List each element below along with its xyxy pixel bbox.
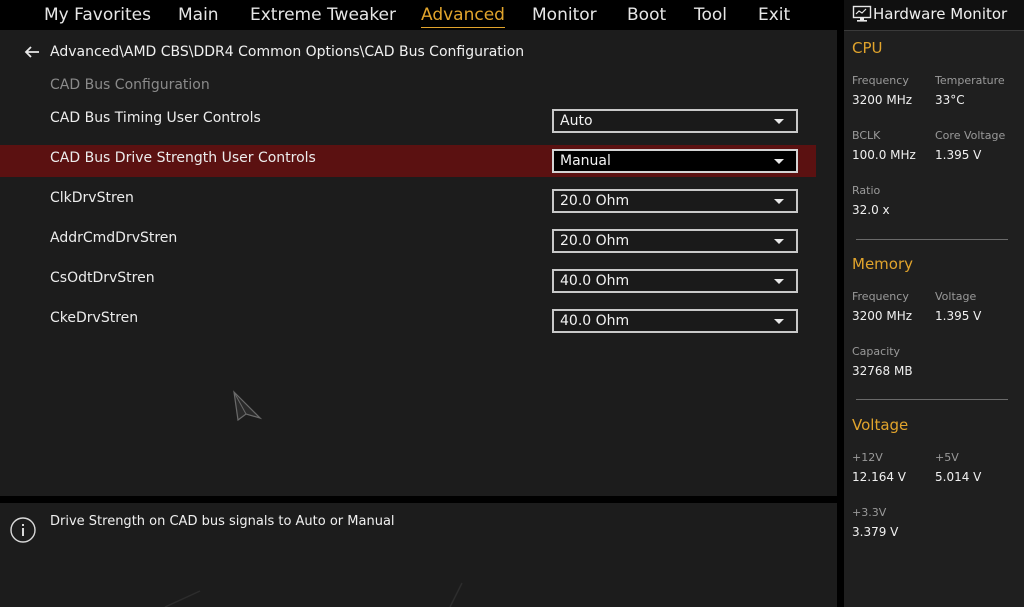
monitor-icon [852,5,872,22]
settings-panel: Advanced\AMD CBS\DDR4 Common Options\CAD… [0,30,837,496]
capacity-value: 32768 MB [852,364,913,378]
cpu-temperature-label: Temperature [935,74,1005,87]
tab-tool[interactable]: Tool [694,4,727,27]
chevron-down-icon [774,119,784,124]
cpu-temperature-value: 33°C [935,93,965,107]
hardware-monitor-header: Hardware Monitor [844,0,1024,31]
section-divider [856,399,1008,400]
help-panel: Drive Strength on CAD bus signals to Aut… [0,503,837,607]
setting-row-clkdrvstren[interactable]: ClkDrvStren 20.0 Ohm [0,185,816,217]
v5-label: +5V [935,451,959,464]
cad-bus-timing-user-controls-dropdown[interactable]: Auto [552,109,798,133]
setting-label: ClkDrvStren [50,190,134,206]
chevron-down-icon [774,159,784,164]
mouse-cursor-icon [233,390,262,422]
dropdown-value: 20.0 Ohm [560,193,630,209]
setting-row-cad-bus-timing-user-controls[interactable]: CAD Bus Timing User Controls Auto [0,105,816,137]
chevron-down-icon [774,199,784,204]
clkdrvstren-dropdown[interactable]: 20.0 Ohm [552,189,798,213]
setting-row-cad-bus-drive-strength-user-controls[interactable]: CAD Bus Drive Strength User Controls Man… [0,145,816,177]
setting-label: CsOdtDrvStren [50,270,155,286]
hardware-monitor-panel: Hardware Monitor CPU Frequency 3200 MHz … [844,0,1024,607]
dropdown-value: 40.0 Ohm [560,313,630,329]
memory-frequency-value: 3200 MHz [852,309,913,323]
setting-label: CAD Bus Drive Strength User Controls [50,150,316,166]
breadcrumb-path: Advanced\AMD CBS\DDR4 Common Options\CAD… [50,44,525,60]
setting-label: CkeDrvStren [50,310,139,326]
memory-section-title: Memory [852,255,914,273]
arrow-left-icon[interactable] [22,44,42,60]
bclk-label: BCLK [852,129,881,142]
tab-monitor[interactable]: Monitor [532,4,597,27]
tab-main[interactable]: Main [178,4,219,27]
bclk-value: 100.0 MHz [852,148,916,162]
v12-label: +12V [852,451,883,464]
dropdown-value: Manual [560,153,611,169]
section-divider [856,239,1008,240]
chevron-down-icon [774,319,784,324]
cpu-frequency-value: 3200 MHz [852,93,913,107]
core-voltage-value: 1.395 V [935,148,982,162]
ratio-label: Ratio [852,184,881,197]
help-text: Drive Strength on CAD bus signals to Aut… [50,514,395,529]
tab-extreme-tweaker[interactable]: Extreme Tweaker [250,4,396,27]
section-title: CAD Bus Configuration [50,77,210,93]
chevron-down-icon [774,279,784,284]
tab-exit[interactable]: Exit [758,4,790,27]
tab-my-favorites[interactable]: My Favorites [44,4,151,27]
tab-advanced[interactable]: Advanced [421,4,505,28]
info-icon [10,517,36,543]
setting-row-csodtdrvstren[interactable]: CsOdtDrvStren 40.0 Ohm [0,265,816,297]
ratio-value: 32.0 x [852,203,890,217]
cad-bus-drive-strength-user-controls-dropdown[interactable]: Manual [552,149,798,173]
dropdown-value: Auto [560,113,593,129]
setting-label: AddrCmdDrvStren [50,230,178,246]
setting-label: CAD Bus Timing User Controls [50,110,261,126]
dropdown-value: 20.0 Ohm [560,233,630,249]
memory-frequency-label: Frequency [852,290,909,303]
v12-value: 12.164 V [852,470,907,484]
voltage-section-title: Voltage [852,416,909,434]
memory-voltage-value: 1.395 V [935,309,982,323]
chevron-down-icon [774,239,784,244]
ckedrvstren-dropdown[interactable]: 40.0 Ohm [552,309,798,333]
v5-value: 5.014 V [935,470,982,484]
addrcmddrvstren-dropdown[interactable]: 20.0 Ohm [552,229,798,253]
v33-label: +3.3V [852,506,887,519]
csodtdrvstren-dropdown[interactable]: 40.0 Ohm [552,269,798,293]
v33-value: 3.379 V [852,525,899,539]
cpu-section-title: CPU [852,39,883,57]
cpu-frequency-label: Frequency [852,74,909,87]
hardware-monitor-title: Hardware Monitor [873,5,1008,23]
setting-row-ckedrvstren[interactable]: CkeDrvStren 40.0 Ohm [0,305,816,337]
top-menu-bar: My Favorites Main Extreme Tweaker Advanc… [0,0,838,30]
capacity-label: Capacity [852,345,901,358]
setting-row-addrcmddrvstren[interactable]: AddrCmdDrvStren 20.0 Ohm [0,225,816,257]
tab-boot[interactable]: Boot [627,4,666,27]
dropdown-value: 40.0 Ohm [560,273,630,289]
core-voltage-label: Core Voltage [935,129,1006,142]
memory-voltage-label: Voltage [935,290,977,303]
